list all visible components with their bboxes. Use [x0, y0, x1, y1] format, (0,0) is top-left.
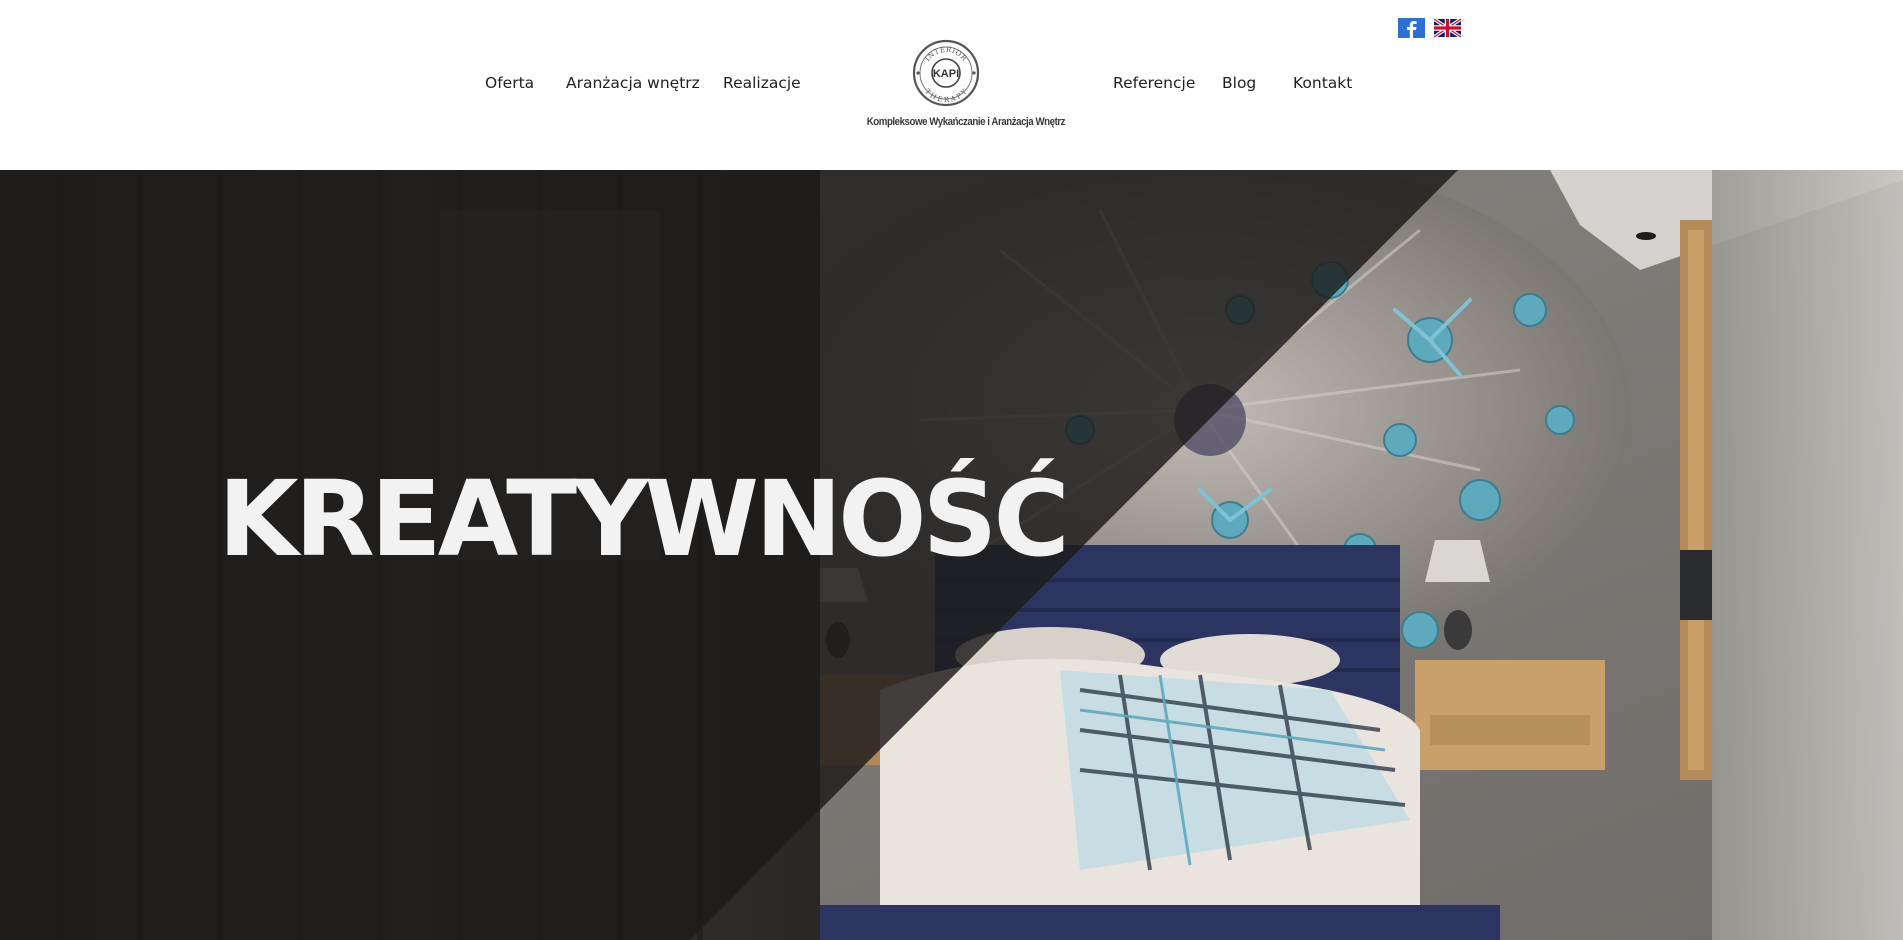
- facebook-icon[interactable]: [1398, 18, 1425, 38]
- site-header: Oferta Aranżacja wnętrz Realizacje INTER…: [0, 0, 1903, 170]
- logo-emblem: INTERIOR THERAPY KAPI: [912, 39, 980, 107]
- nav-realizacje[interactable]: Realizacje: [723, 74, 801, 92]
- site-logo[interactable]: INTERIOR THERAPY KAPI Kompleksowe Wykańc…: [855, 38, 1066, 138]
- nav-referencje[interactable]: Referencje: [1113, 74, 1195, 92]
- uk-flag-icon[interactable]: [1434, 18, 1461, 38]
- logo-tagline: Kompleksowe Wykańczanie i Aranżacja Wnęt…: [866, 116, 1066, 128]
- nav-oferta[interactable]: Oferta: [485, 74, 534, 92]
- hero-banner: KREATYWNOŚĆ: [0, 170, 1903, 940]
- nav-kontakt[interactable]: Kontakt: [1293, 74, 1352, 92]
- page: Oferta Aranżacja wnętrz Realizacje INTER…: [0, 0, 1903, 940]
- nav-blog[interactable]: Blog: [1222, 74, 1256, 92]
- hero-title: KREATYWNOŚĆ: [218, 458, 1070, 580]
- nav-aranzacja-wnetrz[interactable]: Aranżacja wnętrz: [566, 74, 700, 92]
- logo-center-text: KAPI: [933, 68, 959, 80]
